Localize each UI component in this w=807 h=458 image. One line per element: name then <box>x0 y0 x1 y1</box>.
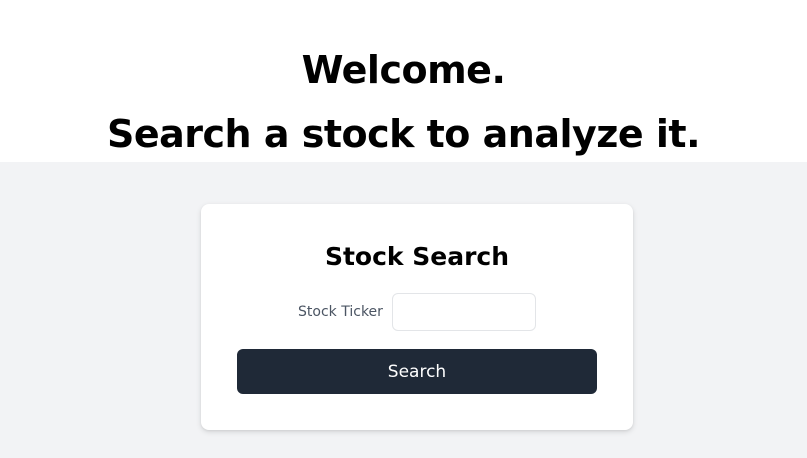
card-title: Stock Search <box>324 242 510 271</box>
main-area: Stock Search Stock Ticker Search <box>0 162 807 458</box>
ticker-field-row: Stock Ticker <box>201 293 633 331</box>
stock-search-card: Stock Search Stock Ticker Search <box>201 204 633 430</box>
ticker-label: Stock Ticker <box>298 304 383 320</box>
ticker-input[interactable] <box>391 293 536 331</box>
welcome-heading: Welcome. <box>301 48 506 92</box>
hero-header: Welcome. Search a stock to analyze it. <box>0 0 807 162</box>
search-button[interactable]: Search <box>237 349 597 394</box>
search-prompt-heading: Search a stock to analyze it. <box>107 112 701 156</box>
